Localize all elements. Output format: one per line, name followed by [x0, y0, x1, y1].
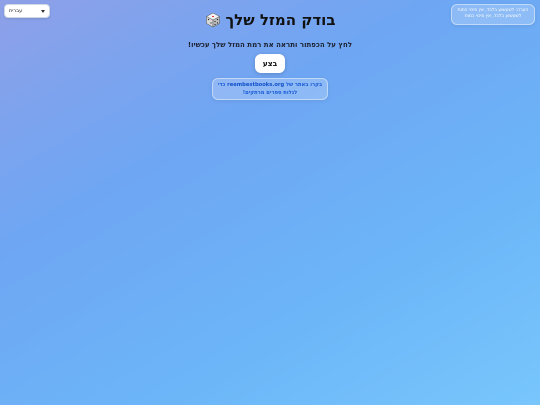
page-title: בודק המזל שלך	[225, 11, 336, 29]
promo-prefix: בקרו באתר של	[284, 82, 323, 88]
instruction-text: לחץ על הכפתור ותראה את רמת המזל שלך עכשי…	[187, 41, 353, 49]
promo-box: בקרו באתר של reembestbooks.org כדי לגלות…	[212, 78, 328, 100]
promo-link[interactable]: reembestbooks.org	[227, 82, 284, 88]
dice-icon	[205, 12, 220, 28]
page-header: בודק המזל שלך	[0, 11, 540, 29]
run-button[interactable]: בצע	[255, 54, 285, 73]
